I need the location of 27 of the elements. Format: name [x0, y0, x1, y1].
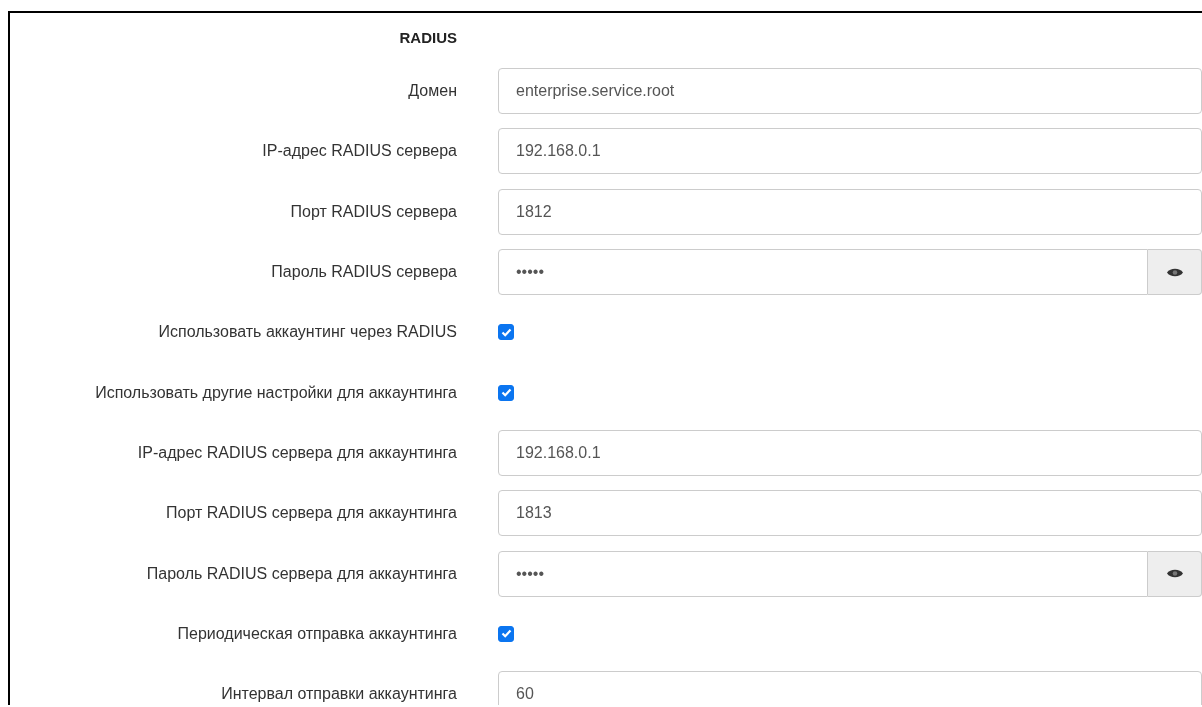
show-password-button[interactable]: [1148, 550, 1202, 597]
input-field[interactable]: 192.168.0.1: [498, 128, 1202, 175]
input-field[interactable]: 1812: [498, 188, 1202, 235]
field-label: Периодическая отправка аккаунтинга: [176, 624, 457, 643]
input-field[interactable]: 60: [498, 671, 1202, 705]
field-label: Использовать аккаунтинг через RADIUS: [157, 323, 457, 342]
password-field[interactable]: •••••: [498, 550, 1148, 597]
field-label: Порт RADIUS сервера для аккаунтинга: [165, 504, 457, 523]
show-password-button[interactable]: [1148, 249, 1202, 296]
password-field[interactable]: •••••: [498, 249, 1148, 296]
field-label: IP-адрес RADIUS сервера: [261, 142, 457, 161]
section-title: RADIUS: [398, 28, 457, 46]
checkbox[interactable]: [498, 384, 514, 401]
input-field[interactable]: enterprise.service.root: [498, 68, 1202, 115]
field-label: Порт RADIUS сервера: [289, 202, 457, 221]
eye-icon: [1165, 266, 1184, 278]
field-label: Пароль RADIUS сервера: [270, 263, 457, 282]
input-field[interactable]: 1813: [498, 490, 1202, 537]
input-field[interactable]: 192.168.0.1: [498, 429, 1202, 476]
checkbox[interactable]: [498, 324, 514, 341]
field-label: Использовать другие настройки для аккаунтинга: [94, 383, 457, 402]
field-label: Домен: [407, 82, 457, 101]
field-label: Интервал отправки аккаунтинга: [220, 685, 457, 704]
field-label: Пароль RADIUS сервера для аккаунтинга: [145, 564, 457, 583]
checkbox[interactable]: [498, 625, 514, 642]
field-label: IP-адрес RADIUS сервера для аккаунтинга: [136, 443, 457, 462]
eye-icon: [1165, 568, 1184, 579]
